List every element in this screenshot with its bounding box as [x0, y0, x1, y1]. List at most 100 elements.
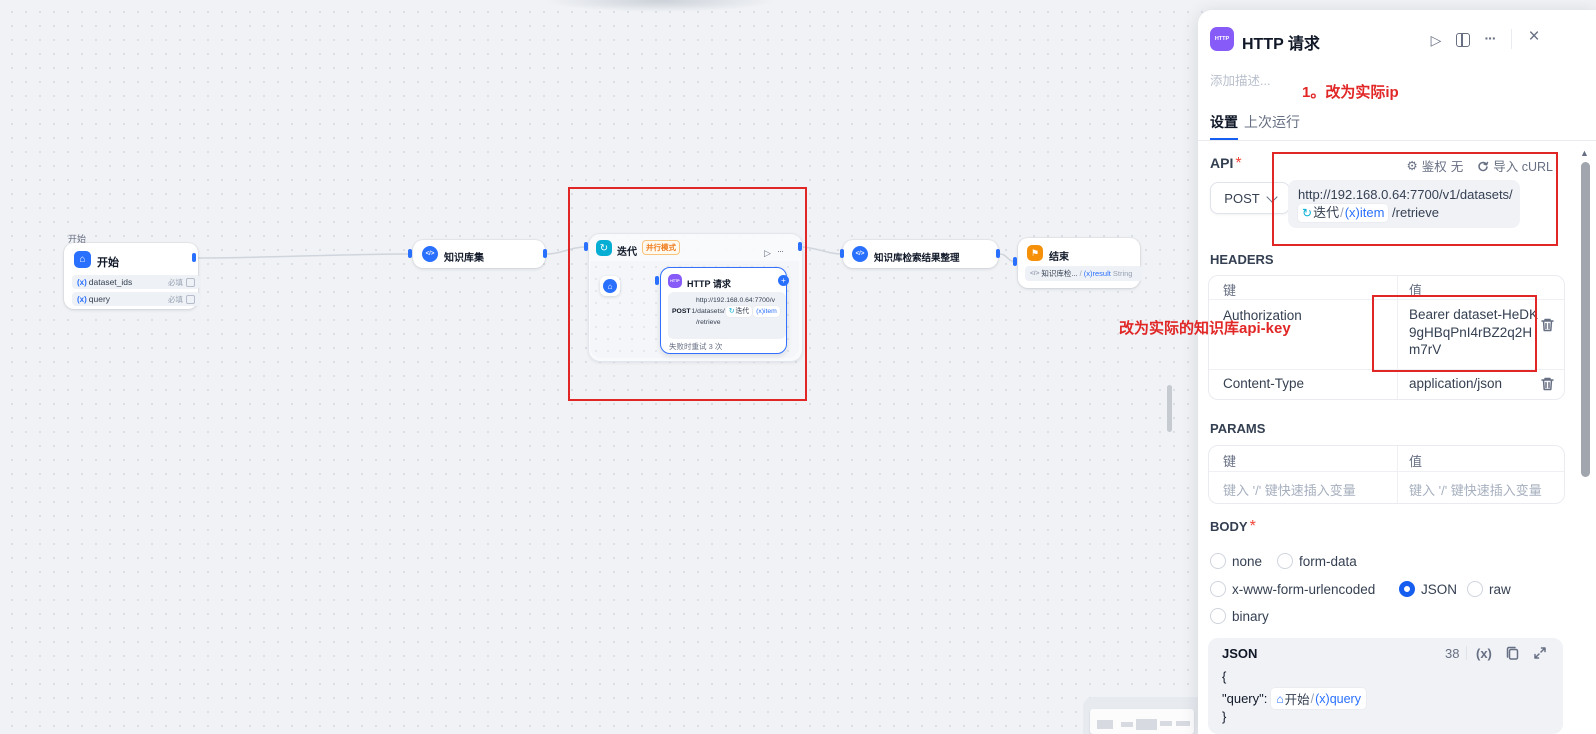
radio-label: binary	[1232, 609, 1269, 624]
required-asterisk: *	[1250, 518, 1256, 535]
port[interactable]	[840, 249, 844, 258]
chip-node-name: 知识库检...	[1041, 268, 1077, 279]
json-line-query: "query": ⌂ 开始 / (x)query	[1222, 688, 1366, 709]
chip-type: String	[1113, 269, 1133, 278]
field-type-icon	[186, 278, 195, 287]
expand-icon[interactable]	[1533, 646, 1547, 660]
radio-none[interactable]: none	[1210, 553, 1262, 569]
minimap-node	[1136, 719, 1157, 730]
api-label: API	[1210, 155, 1233, 171]
radio-form-data[interactable]: form-data	[1277, 553, 1357, 569]
organize-title: 知识库检索结果整理	[874, 250, 960, 264]
variable-icon: (x)	[77, 295, 87, 304]
copy-icon[interactable]	[1505, 645, 1520, 661]
minimap[interactable]	[1083, 697, 1198, 734]
chip-node-name: 开始	[1285, 689, 1310, 708]
char-count: 38	[1445, 646, 1459, 661]
radio-label: raw	[1489, 582, 1511, 597]
trash-icon[interactable]	[1540, 376, 1555, 392]
minimap-viewport	[1090, 709, 1194, 734]
scroll-up-arrow[interactable]: ▲	[1580, 148, 1589, 158]
minimap-node	[1160, 721, 1172, 726]
tab-last-run[interactable]: 上次运行	[1244, 112, 1300, 132]
annotation-apikey-note: 改为实际的知识库api-key	[1119, 317, 1291, 338]
radio-label: form-data	[1299, 554, 1357, 569]
split-view-icon[interactable]	[1454, 31, 1472, 49]
code-icon: </>	[1030, 270, 1039, 277]
key-column-header: 键	[1223, 451, 1236, 470]
panel-scrollbar-thumb[interactable]	[1581, 162, 1590, 477]
start-node[interactable]: ⌂ 开始 (x) dataset_ids 必填 (x) query 必填	[64, 243, 198, 309]
radio-x-www-form-urlencoded[interactable]: x-www-form-urlencoded	[1210, 581, 1375, 597]
json-line-close: }	[1222, 709, 1226, 724]
required-asterisk: *	[1235, 155, 1241, 172]
headers-section-label: HEADERS	[1210, 252, 1274, 267]
header-key-cell[interactable]: Content-Type	[1223, 376, 1304, 391]
columns-icon	[1456, 33, 1470, 47]
param-key-input[interactable]: 键入 '/' 键快速插入变量	[1223, 480, 1356, 499]
radio-label: none	[1232, 554, 1262, 569]
radio-raw[interactable]: raw	[1467, 581, 1511, 597]
port[interactable]	[1013, 257, 1017, 266]
radio-icon-selected	[1399, 581, 1415, 597]
code-icon: </>	[852, 246, 868, 262]
minimap-node	[1097, 720, 1113, 729]
chip-variable: (x)result	[1084, 269, 1111, 278]
radio-icon	[1210, 581, 1226, 597]
param-value-input[interactable]: 键入 '/' 键快速插入变量	[1409, 480, 1542, 499]
annotation-ip-note: 1。改为实际ip	[1302, 81, 1399, 102]
variable-icon[interactable]: (x)	[1476, 646, 1492, 661]
port[interactable]	[192, 253, 196, 262]
start-field-dataset-ids: (x) dataset_ids 必填	[72, 275, 200, 289]
json-line-open: {	[1222, 669, 1226, 684]
radio-icon	[1467, 581, 1483, 597]
minimap-node	[1176, 721, 1190, 726]
radio-json[interactable]: JSON	[1399, 581, 1457, 597]
required-tag: 必填	[168, 277, 183, 288]
panel-title: HTTP 请求	[1242, 30, 1320, 54]
end-flag-icon: ⚑	[1027, 245, 1043, 261]
more-icon[interactable]: ···	[1481, 29, 1499, 47]
row-divider	[1209, 471, 1564, 472]
json-key: "query":	[1222, 691, 1267, 706]
json-editor[interactable]: JSON 38 (x) { "query": ⌂ 开始 / (x)query }	[1208, 638, 1563, 734]
http-icon: HTTP	[1210, 27, 1234, 51]
close-icon[interactable]: ×	[1525, 28, 1543, 46]
start-node-title: 开始	[97, 254, 119, 270]
code-icon: </>	[422, 246, 438, 262]
tab-settings[interactable]: 设置	[1210, 112, 1238, 132]
minimap-node	[1121, 722, 1133, 727]
divider	[1198, 140, 1596, 141]
key-column-header: 键	[1223, 280, 1236, 299]
knowledge-set-node[interactable]: </> 知识库集	[413, 240, 545, 268]
header-value-cell[interactable]: application/json	[1409, 376, 1502, 391]
chip-variable: (x)query	[1315, 692, 1361, 706]
divider	[1466, 646, 1467, 660]
value-column-header: 值	[1409, 451, 1422, 470]
organize-node[interactable]: </> 知识库检索结果整理	[843, 240, 998, 268]
canvas-scrollbar[interactable]	[1167, 385, 1172, 432]
run-icon[interactable]: ▷	[1427, 31, 1445, 49]
api-section-label: API*	[1210, 155, 1242, 173]
radio-binary[interactable]: binary	[1210, 608, 1269, 624]
variable-icon: (x)	[77, 278, 87, 287]
radio-icon	[1277, 553, 1293, 569]
http-node-config-panel: HTTP HTTP 请求 ▷ ··· × 添加描述... 设置 上次运行 API…	[1198, 10, 1596, 734]
start-field-query: (x) query 必填	[72, 292, 200, 306]
method-value: POST	[1224, 191, 1259, 206]
description-input[interactable]: 添加描述...	[1210, 70, 1270, 89]
knowledge-set-title: 知识库集	[444, 249, 484, 264]
port[interactable]	[996, 249, 1000, 258]
end-title: 结束	[1049, 248, 1069, 263]
start-variable-chip: ⌂ 开始 / (x)query	[1271, 688, 1366, 709]
json-editor-label: JSON	[1222, 646, 1257, 661]
field-type-icon	[186, 295, 195, 304]
end-node[interactable]: ⚑ 结束 </> 知识库检... / (x)result String	[1018, 238, 1140, 288]
port[interactable]	[543, 249, 547, 258]
annotation-rect-api-url	[1272, 152, 1558, 246]
divider	[1511, 29, 1512, 49]
end-output-row: </> 知识库检... / (x)result String	[1025, 266, 1143, 281]
port[interactable]	[408, 249, 412, 258]
annotation-rect-api-key	[1372, 295, 1537, 372]
trash-icon[interactable]	[1540, 317, 1555, 333]
